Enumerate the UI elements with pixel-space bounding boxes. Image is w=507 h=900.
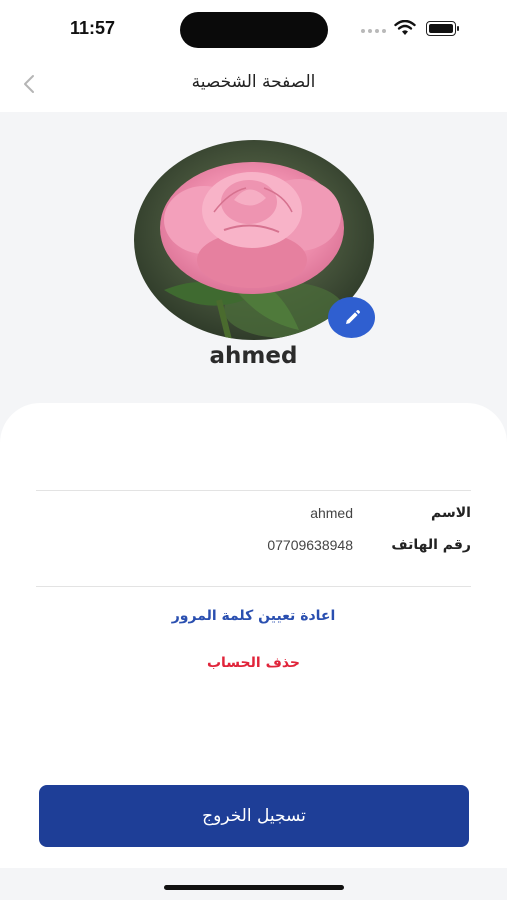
navigation-bar: الصفحة الشخصية (0, 56, 507, 112)
battery-icon (426, 21, 459, 36)
phone-value: 07709638948 (267, 537, 353, 553)
dynamic-island (180, 12, 328, 48)
divider (36, 490, 471, 491)
status-bar: 11:57 (0, 0, 507, 56)
edit-avatar-button[interactable] (328, 297, 375, 338)
logout-button[interactable]: تسجيل الخروج (39, 785, 469, 847)
name-label: الاسم (431, 505, 471, 521)
pencil-icon (345, 309, 360, 324)
cellular-signal-icon (361, 29, 386, 33)
delete-account-link[interactable]: حذف الحساب (0, 655, 507, 671)
divider (36, 586, 471, 587)
name-value: ahmed (310, 505, 353, 521)
phone-label: رقم الهاتف (391, 537, 471, 553)
home-indicator (164, 885, 344, 890)
profile-username: ahmed (209, 343, 298, 369)
wifi-icon (394, 20, 416, 35)
page-title: الصفحة الشخصية (191, 72, 316, 92)
status-time: 11:57 (70, 18, 116, 38)
reset-password-link[interactable]: اعادة تعيين كلمة المرور (0, 608, 507, 624)
